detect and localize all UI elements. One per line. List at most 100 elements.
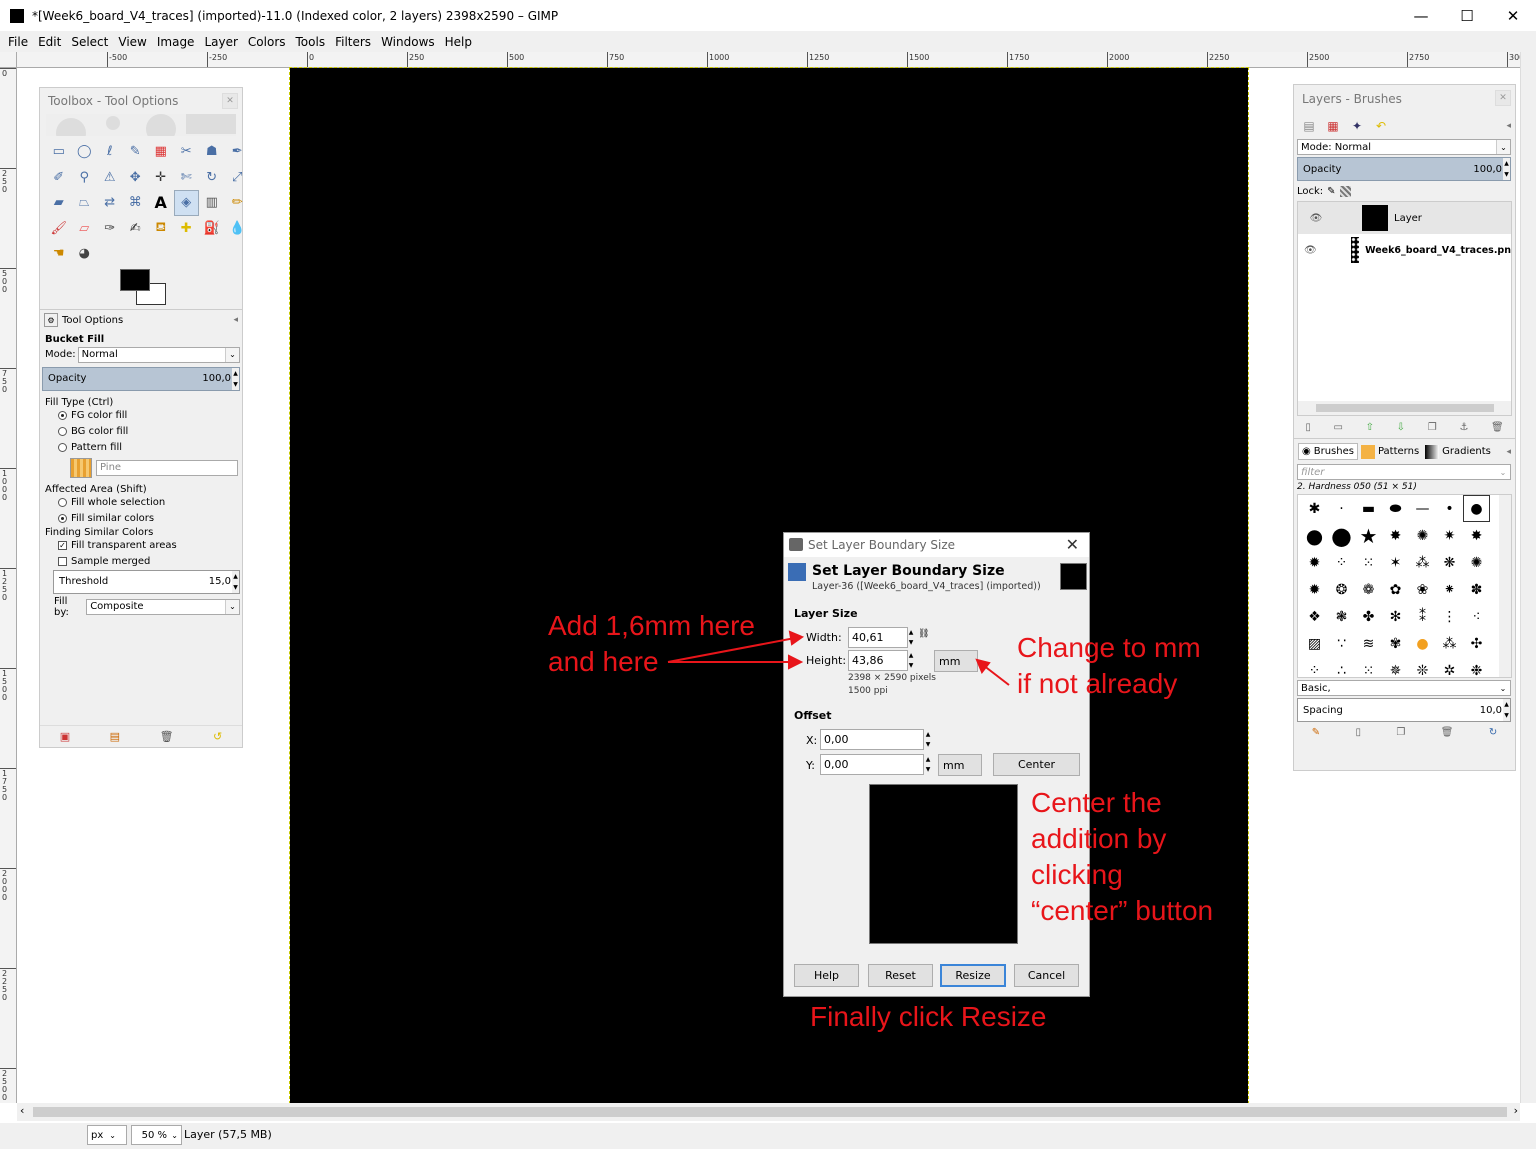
brush-item[interactable]: ≋ — [1355, 630, 1382, 657]
pencil-icon[interactable]: ✏ — [225, 190, 251, 216]
restore-options-icon[interactable]: ▤ — [110, 730, 120, 743]
save-options-icon[interactable]: ▣ — [60, 730, 70, 743]
offset-preview[interactable] — [869, 784, 1018, 944]
smudge-icon[interactable]: ☚ — [46, 241, 72, 267]
duplicate-layer-icon[interactable]: ❐ — [1428, 422, 1437, 433]
tab-gradients[interactable]: Gradients — [1422, 443, 1494, 461]
raise-layer-icon[interactable]: ⇧ — [1366, 422, 1374, 433]
menu-view[interactable]: View — [113, 35, 151, 49]
brush-preset-select[interactable]: Basic, ⌄ — [1297, 680, 1511, 696]
brush-item[interactable]: ❋ — [1436, 549, 1463, 576]
fill-type-radio-1[interactable] — [58, 427, 67, 436]
duplicate-brush-icon[interactable]: ❐ — [1396, 727, 1405, 738]
menu-select[interactable]: Select — [66, 35, 113, 49]
brush-item[interactable]: ❊ — [1409, 657, 1436, 678]
airbrush-icon[interactable]: ✑ — [97, 216, 123, 242]
menu-help[interactable]: Help — [440, 35, 477, 49]
offset-y-spinner[interactable]: ▲ ▼ — [923, 754, 933, 775]
brush-item[interactable]: ✿ — [1382, 576, 1409, 603]
fill-whole-selection-option[interactable]: Fill whole selection — [42, 495, 240, 511]
layers-close-icon[interactable]: ✕ — [1495, 90, 1511, 106]
center-button[interactable]: Center — [993, 753, 1080, 776]
foreground-color-swatch[interactable] — [120, 268, 150, 291]
paths-tab-icon[interactable]: ✦ — [1346, 116, 1368, 136]
lower-layer-icon[interactable]: ⇩ — [1397, 422, 1405, 433]
brush-item[interactable]: ✵ — [1382, 657, 1409, 678]
brush-item[interactable]: • — [1436, 495, 1463, 522]
cage-icon[interactable]: ⌘ — [123, 190, 149, 216]
foreground-select-icon[interactable]: ☗ — [199, 139, 225, 165]
brush-item[interactable]: ⁙ — [1355, 657, 1382, 678]
close-button[interactable]: ✕ — [1490, 0, 1536, 31]
brush-item[interactable]: ✷ — [1436, 522, 1463, 549]
menu-colors[interactable]: Colors — [243, 35, 291, 49]
zoom-select[interactable]: 50 % ⌄ — [131, 1125, 182, 1145]
width-spinner[interactable]: ▲ ▼ — [906, 627, 916, 648]
brush-item[interactable]: ✾ — [1382, 630, 1409, 657]
tab-menu-icon[interactable]: ◂ — [1506, 447, 1511, 457]
fuzzy-select-icon[interactable]: ✎ — [123, 139, 149, 165]
brush-item[interactable]: ● — [1328, 522, 1355, 550]
delete-brush-icon[interactable]: 🗑 — [1441, 727, 1454, 738]
brush-item[interactable]: ✶ — [1382, 549, 1409, 576]
menu-image[interactable]: Image — [152, 35, 200, 49]
fill-by-select[interactable]: Composite ⌄ — [86, 598, 240, 615]
scissors-icon[interactable]: ✂ — [174, 139, 200, 165]
ellipse-select-icon[interactable]: ◯ — [72, 139, 98, 165]
threshold-spinner[interactable]: ▲ ▼ — [232, 570, 239, 593]
brush-item[interactable]: ● — [1301, 522, 1328, 549]
layer-row-1[interactable]: 👁 Week6_board_V4_traces.pn — [1298, 234, 1511, 266]
pattern-fill-option[interactable]: Pattern fill — [42, 440, 240, 456]
affected-radio-1[interactable] — [58, 514, 67, 523]
ruler-corner[interactable] — [0, 52, 17, 68]
size-unit-select[interactable]: mm — [934, 650, 978, 672]
bucket-fill-icon[interactable]: ◈ — [173, 190, 199, 216]
brush-item[interactable]: ❂ — [1328, 576, 1355, 603]
layer-opacity-spinner[interactable]: ▲ ▼ — [1503, 158, 1510, 180]
scroll-right-icon[interactable]: › — [1514, 1104, 1518, 1117]
pattern-name-field[interactable]: Pine — [96, 459, 238, 476]
brush-item[interactable]: ⁑ — [1409, 603, 1436, 630]
brush-item[interactable]: ⁖ — [1463, 603, 1490, 630]
undo-tab-icon[interactable]: ↶ — [1370, 116, 1392, 136]
layer-opacity-slider[interactable]: Opacity 100,0 ▲ ▼ — [1297, 157, 1511, 181]
maximize-button[interactable]: ☐ — [1444, 0, 1490, 31]
shear-icon[interactable]: ▰ — [46, 190, 72, 216]
offset-y-input[interactable]: 0,00 — [820, 754, 924, 775]
zoom-icon[interactable]: ⚲ — [72, 165, 98, 191]
layer-row-0[interactable]: 👁 Layer — [1298, 202, 1511, 234]
horizontal-ruler[interactable]: -500 -250 0 250 500 750 1000 1250 1500 1750 2000 22… — [17, 52, 1520, 68]
spacing-spinner[interactable]: ▲ ▼ — [1503, 699, 1510, 721]
ink-icon[interactable]: ✍ — [123, 216, 149, 242]
brush-item[interactable]: ∵ — [1328, 630, 1355, 657]
vertical-scrollbar[interactable] — [1520, 52, 1536, 1103]
menu-edit[interactable]: Edit — [33, 35, 66, 49]
brush-item[interactable]: ● — [1409, 630, 1436, 657]
cancel-button[interactable]: Cancel — [1014, 964, 1079, 987]
crop-icon[interactable]: ✄ — [174, 165, 200, 191]
brush-item[interactable]: ✹ — [1301, 549, 1328, 576]
scroll-left-icon[interactable]: ‹ — [20, 1104, 24, 1117]
menu-tools[interactable]: Tools — [291, 35, 331, 49]
brush-item[interactable]: ⬬ — [1382, 495, 1409, 522]
tab-patterns[interactable]: Patterns — [1358, 443, 1422, 461]
toolbox-close-icon[interactable]: ✕ — [222, 93, 238, 109]
help-button[interactable]: Help — [794, 964, 859, 987]
reset-button[interactable]: Reset — [868, 964, 933, 987]
brush-item[interactable]: ∴ — [1328, 657, 1355, 678]
brush-item[interactable]: ✲ — [1436, 657, 1463, 678]
brush-item[interactable]: ⁙ — [1355, 549, 1382, 576]
brush-item[interactable]: ✣ — [1463, 630, 1490, 657]
brush-item[interactable]: · — [1328, 495, 1355, 522]
brush-item[interactable]: ⁘ — [1301, 657, 1328, 678]
brush-item[interactable]: ✱ — [1301, 495, 1328, 522]
offset-x-input[interactable]: 0,00 — [820, 729, 924, 750]
fill-similar-colors-option[interactable]: Fill similar colors — [42, 511, 240, 527]
brush-item[interactable]: ✽ — [1463, 576, 1490, 603]
unit-select[interactable]: px ⌄ — [87, 1125, 127, 1145]
offset-unit-select[interactable]: mm — [938, 754, 982, 776]
delete-options-icon[interactable]: 🗑 — [160, 730, 174, 743]
affected-radio-0[interactable] — [58, 498, 67, 507]
brush-item[interactable]: ⁂ — [1436, 630, 1463, 657]
fill-type-radio-2[interactable] — [58, 443, 67, 452]
